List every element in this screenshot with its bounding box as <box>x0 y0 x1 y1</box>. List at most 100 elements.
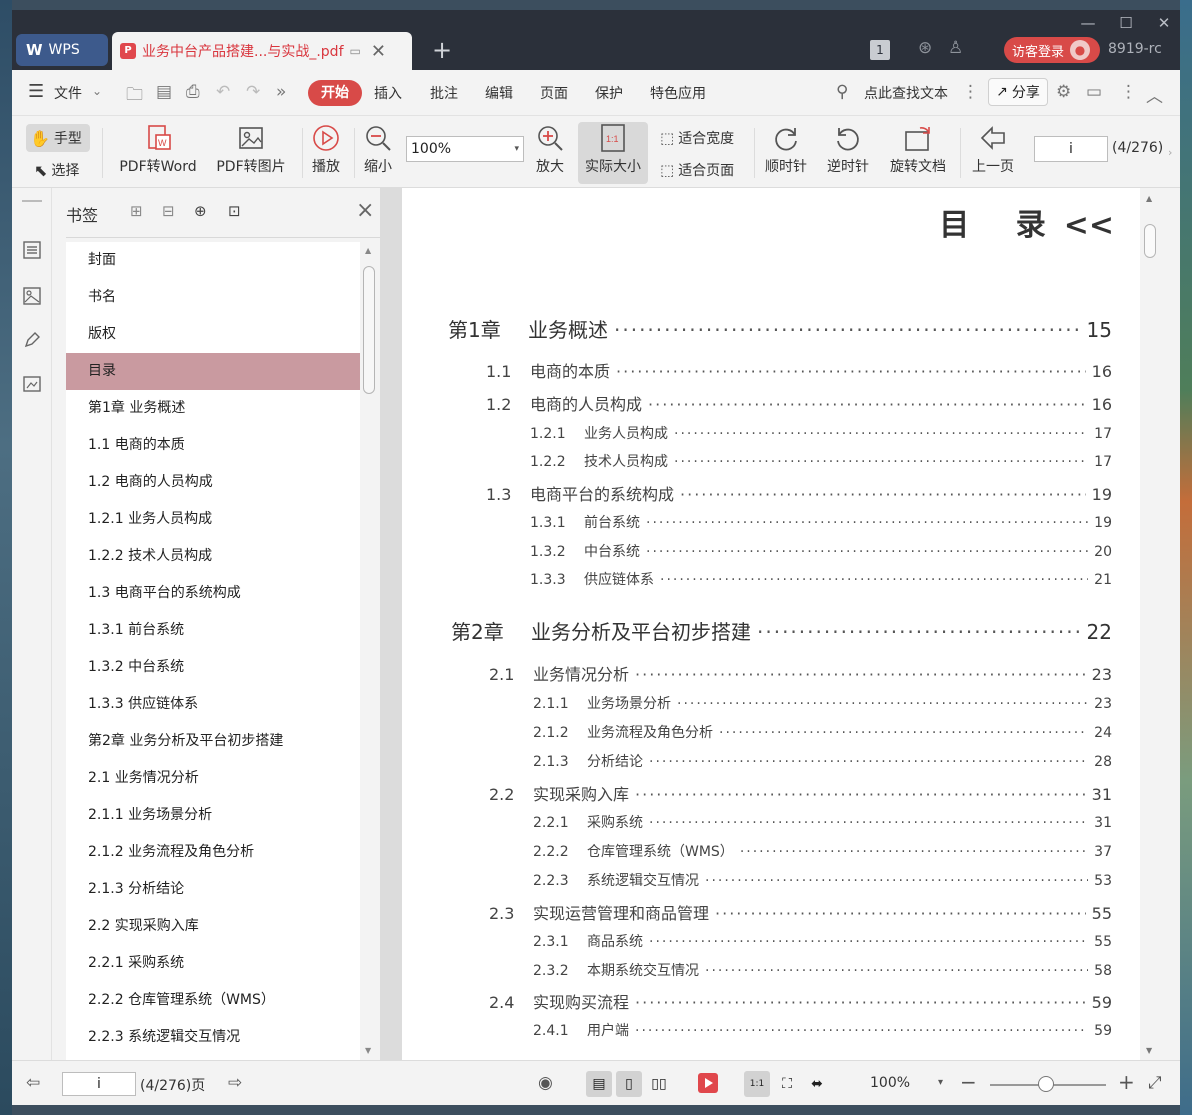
annotation-pen-icon[interactable] <box>22 330 42 350</box>
toc-entry[interactable]: 2.1.2 业务流程及角色分析 ··························… <box>533 722 1112 742</box>
bookmark-item[interactable]: 1.3 电商平台的系统构成 <box>66 575 360 612</box>
toc-entry[interactable]: 2.3 实现运营管理和商品管理 ··························… <box>489 900 1112 924</box>
skin-icon[interactable]: ⊛ <box>918 38 932 58</box>
bookmark-item[interactable]: 2.1 业务情况分析 <box>66 760 360 797</box>
undo-icon[interactable]: ↶ <box>216 82 230 102</box>
bookmark-item[interactable]: 2.1.2 业务流程及角色分析 <box>66 834 360 871</box>
collapse-ribbon-icon[interactable]: ︿ <box>1146 82 1163 107</box>
bookmark-item[interactable]: 1.3.3 供应链体系 <box>66 686 360 723</box>
menu-tab-insert[interactable]: 插入 <box>374 83 402 103</box>
rotate-clockwise-button[interactable]: 顺时针 <box>760 120 812 176</box>
eye-protection-icon[interactable]: ◉ <box>538 1073 553 1093</box>
status-zoom-value[interactable]: 100% <box>870 1075 910 1091</box>
chevron-right-icon[interactable]: › <box>1168 146 1172 159</box>
settings-gear-icon[interactable]: ⚙ <box>1056 82 1071 102</box>
toc-entry[interactable]: 1.1 电商的本质 ································… <box>486 358 1112 382</box>
bookmark-item[interactable]: 2.2.2 仓库管理系统（WMS） <box>66 982 360 1019</box>
toc-entry[interactable]: 1.3.1 前台系统 ·······························… <box>530 512 1112 532</box>
toc-entry[interactable]: 2.2.3 系统逻辑交互情况 ···························… <box>533 870 1112 890</box>
toc-entry[interactable]: 1.2.1 业务人员构成 ·····························… <box>530 423 1112 443</box>
document-tab[interactable]: P 业务中台产品搭建...与实战_.pdf ▭ ✕ <box>112 32 412 70</box>
bookmark-item[interactable]: 书名 <box>66 279 360 316</box>
more-options-icon[interactable]: ⋮ <box>1120 82 1137 102</box>
toc-entry[interactable]: 2.2 实现采购入库 ·······························… <box>489 781 1112 805</box>
scroll-down-icon[interactable]: ▼ <box>365 1046 371 1055</box>
new-tab-button[interactable]: + <box>432 38 452 62</box>
image-extract-icon[interactable] <box>22 374 42 394</box>
open-folder-icon[interactable]: 🗀 <box>126 82 143 111</box>
bookmark-item[interactable]: 第1章 业务概述 <box>66 390 360 427</box>
fit-page-button[interactable]: ⬚ 适合页面 <box>660 160 734 180</box>
hand-tool-button[interactable]: ✋ 手型 <box>30 128 82 148</box>
bookmark-item[interactable]: 版权 <box>66 316 360 353</box>
more-chevron-icon[interactable]: » <box>276 82 286 102</box>
actual-size-status-button[interactable]: 1:1 <box>744 1071 770 1097</box>
toc-entry[interactable]: 2.3.2 本期系统交互情况 ···························… <box>533 960 1112 980</box>
bookmark-item[interactable]: 第2章 业务分析及平台初步搭建 <box>66 723 360 760</box>
bookmark-item[interactable]: 1.1 电商的本质 <box>66 427 360 464</box>
bookmark-item[interactable]: 1.2.1 业务人员构成 <box>66 501 360 538</box>
toc-entry[interactable]: 2.4 实现购买流程 ·······························… <box>489 989 1112 1013</box>
toc-entry[interactable]: 2.2.1 采购系统 ·······························… <box>533 812 1112 832</box>
add-bookmark-icon[interactable]: ⊕ <box>194 202 207 220</box>
actual-size-button[interactable]: 1:1 实际大小 <box>578 120 648 176</box>
fit-width-button[interactable]: ⬚ 适合宽度 <box>660 128 734 148</box>
bookmark-icon[interactable]: ⊡ <box>228 202 241 220</box>
close-panel-icon[interactable]: × <box>356 198 374 223</box>
window-count-badge[interactable]: 1 <box>870 40 890 60</box>
bookmark-item[interactable]: 1.2 电商的人员构成 <box>66 464 360 501</box>
guest-login-button[interactable]: 访客登录 ● <box>1004 37 1100 63</box>
bookmark-item[interactable]: 封面 <box>66 242 360 279</box>
toc-entry[interactable]: 第1章 业务概述 ·································… <box>448 314 1112 343</box>
zoom-minus-icon[interactable]: − <box>960 1070 977 1094</box>
select-tool-button[interactable]: ⬉ 选择 <box>34 160 79 180</box>
toc-entry[interactable]: 2.1.3 分析结论 ·······························… <box>533 751 1112 771</box>
continuous-view-button[interactable]: ▤ <box>586 1071 612 1097</box>
toc-entry[interactable]: 2.1.1 业务场景分析 ·····························… <box>533 693 1112 713</box>
bookmark-scrollbar[interactable]: ▲ ▼ <box>360 242 378 1060</box>
rotate-counterclockwise-button[interactable]: 逆时针 <box>822 120 874 176</box>
menu-tab-annotate[interactable]: 批注 <box>430 83 458 103</box>
toc-entry[interactable]: 1.3.2 中台系统 ·······························… <box>530 541 1112 561</box>
pdf-to-image-button[interactable]: PDF转图片 <box>212 120 290 176</box>
expand-all-icon[interactable]: ⊞ <box>130 202 143 220</box>
save-icon[interactable]: ▤ <box>156 82 172 102</box>
bookmark-item[interactable]: 1.2.2 技术人员构成 <box>66 538 360 575</box>
bookmark-item[interactable]: 2.2.3 系统逻辑交互情况 <box>66 1019 360 1056</box>
minimize-button[interactable]: — <box>1070 12 1106 34</box>
share-button[interactable]: ↗ 分享 <box>988 78 1048 106</box>
play-slideshow-icon[interactable] <box>698 1073 718 1093</box>
scroll-up-icon[interactable]: ▲ <box>365 246 371 255</box>
bookmark-item[interactable]: 目录 <box>66 353 360 390</box>
scrollbar-thumb[interactable] <box>1144 224 1156 258</box>
collapse-all-icon[interactable]: ⊟ <box>162 202 175 220</box>
toc-entry[interactable]: 2.3.1 商品系统 ·······························… <box>533 931 1112 951</box>
document-view[interactable]: 目 录<< 第1章 业务概述 ···························… <box>380 188 1160 1060</box>
file-menu[interactable]: 文件 <box>54 83 82 103</box>
zoom-dropdown-icon[interactable]: ▾ <box>938 1077 943 1088</box>
page-number-input[interactable]: i <box>1034 136 1108 162</box>
chevron-down-icon[interactable]: ⌄ <box>92 84 102 98</box>
fit-page-status-button[interactable]: ⛶ <box>774 1071 800 1097</box>
toc-entry[interactable]: 1.2 电商的人员构成 ······························… <box>486 391 1112 415</box>
maximize-button[interactable]: ☐ <box>1108 12 1144 34</box>
monitor-icon[interactable]: ▭ <box>350 44 361 58</box>
scrollbar-thumb[interactable] <box>363 266 375 394</box>
comment-icon[interactable]: ▭ <box>1086 82 1102 102</box>
bookmark-item[interactable]: 2.1.3 分析结论 <box>66 871 360 908</box>
document-scrollbar[interactable]: ▲ ▼ <box>1140 188 1160 1060</box>
wps-home-tab[interactable]: W WPS <box>16 34 108 66</box>
menu-tab-protect[interactable]: 保护 <box>595 83 623 103</box>
fullscreen-icon[interactable]: ⤢ <box>1148 1073 1162 1093</box>
menu-tab-start[interactable]: 开始 <box>308 80 362 106</box>
redo-icon[interactable]: ↷ <box>246 82 260 102</box>
zoom-slider-knob[interactable] <box>1038 1076 1054 1092</box>
shirt-icon[interactable]: ♙ <box>948 38 963 58</box>
bookmark-item[interactable]: 1.3.2 中台系统 <box>66 649 360 686</box>
hamburger-icon[interactable]: ☰ <box>28 81 44 102</box>
bookmark-item[interactable]: 2.2.1 采购系统 <box>66 945 360 982</box>
toc-entry[interactable]: 1.3.3 供应链体系 ······························… <box>530 569 1112 589</box>
find-text-input[interactable]: 点此查找文本 <box>864 83 948 103</box>
toc-entry[interactable]: 1.2.2 技术人员构成 ·····························… <box>530 451 1112 471</box>
toc-entry[interactable]: 2.1 业务情况分析 ·······························… <box>489 661 1112 685</box>
